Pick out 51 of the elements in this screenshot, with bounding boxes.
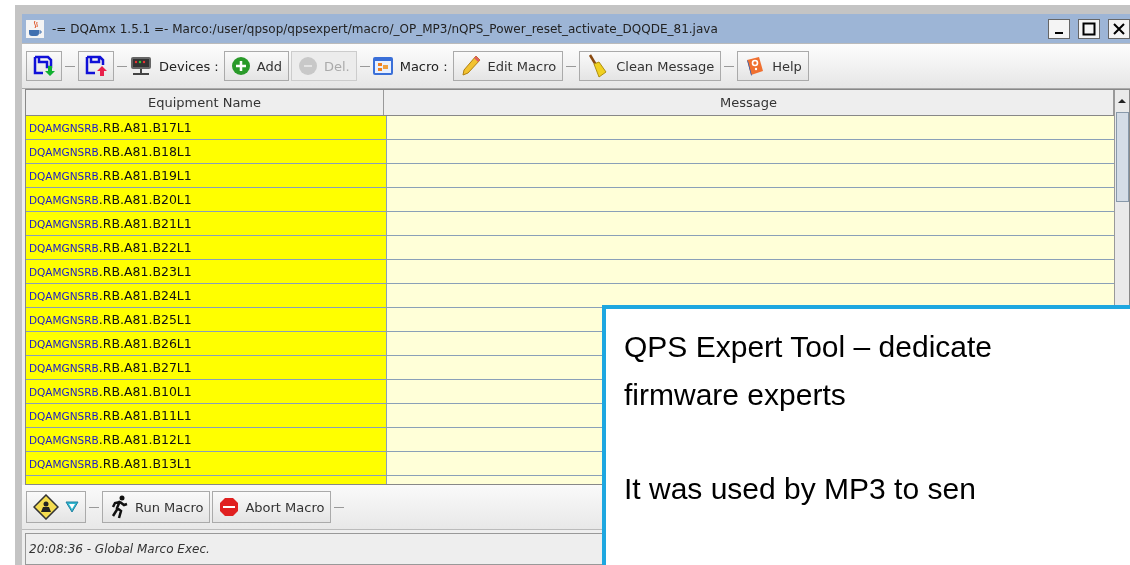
equipment-name-cell: DQAMGNSRB.RB.A81.B10L1 — [26, 380, 387, 403]
callout-text-line: firmware experts — [624, 377, 846, 413]
save-download-icon — [33, 55, 55, 77]
minimize-button[interactable] — [1048, 18, 1070, 39]
minimize-icon — [1055, 31, 1063, 34]
toolbar-button[interactable]: Add — [223, 51, 289, 81]
equipment-name-cell: DQAMGNSRB.RB.A81.B24L1 — [26, 284, 387, 307]
running-figure-icon — [109, 495, 129, 519]
toolbar-button[interactable]: Run Macro — [102, 491, 211, 523]
window-title: -= DQAmx 1.5.1 =- Marco:/user/qpsop/qpsexpert/macro/_OP_MP3/nQPS_Power_reset_activate_DQQDE_81.java — [52, 21, 719, 36]
equipment-name-cell: DQAMGNSRB.RB.A81.B21L1 — [26, 212, 387, 235]
toolbar-label: Devices : — [159, 58, 219, 74]
maximize-icon — [1082, 21, 1096, 36]
callout-text-line: It was used by MP3 to sen — [624, 471, 976, 507]
equipment-name-cell: DQAMGNSRB.RB.A81.B25L1 — [26, 308, 387, 331]
icon-button[interactable] — [26, 51, 62, 81]
column-header[interactable]: Message — [384, 90, 1115, 115]
maximize-button[interactable] — [1078, 18, 1100, 39]
toolbar-button[interactable]: Clean Message — [579, 51, 722, 81]
toolbar-label: Macro : — [399, 58, 448, 74]
minus-circle-icon — [297, 56, 318, 76]
save-upload-icon — [85, 55, 107, 77]
equipment-name-cell: DQAMGNSRB.RB.A81.B12L1 — [26, 428, 387, 451]
equipment-name-cell: DQAMGNSRB.RB.A81.B20L1 — [26, 188, 387, 211]
equipment-name-cell: DQAMGNSRB.RB.A81.B22L1 — [26, 236, 387, 259]
close-icon — [1113, 22, 1125, 35]
close-button[interactable] — [1108, 18, 1130, 39]
column-header[interactable]: Equipment Name — [26, 90, 384, 115]
equipment-name-cell: DQAMGNSRB.RB.A81.B26L1 — [26, 332, 387, 355]
equipment-name-cell: DQAMGNSRB.RB.A81.B18L1 — [26, 140, 387, 163]
toolbar-button[interactable]: Help — [737, 51, 809, 81]
equipment-name-cell: DQAMGNSRB.RB.A81.B13L1 — [26, 452, 387, 475]
pencil-icon — [459, 54, 482, 78]
monitor-icon — [129, 56, 153, 76]
toolbar-button[interactable]: Abort Macro — [212, 491, 332, 523]
equipment-name-cell: DQAMGNSRB.RB.A81.B23L1 — [26, 260, 387, 283]
dropdown-triangle-icon — [65, 501, 79, 513]
callout-text-line: QPS Expert Tool – dedicate — [624, 329, 992, 365]
equipment-name-cell: DQAMGNSRB.RB.A81.B27L1 — [26, 356, 387, 379]
coffee-cup-icon — [26, 19, 44, 38]
stop-sign-icon — [219, 497, 240, 517]
toolbar-button[interactable]: Edit Macro — [452, 51, 564, 81]
equipment-name-cell: DQAMGNSRB.RB.A81.B19L1 — [26, 164, 387, 187]
plus-circle-icon — [230, 56, 251, 76]
scrollbar-thumb[interactable] — [1116, 112, 1129, 202]
equipment-name-cell: DQAMGNSRB.RB.A81.B17L1 — [26, 116, 387, 139]
window-icon — [371, 55, 394, 77]
equipment-name-cell: DQAMGNSRB.RB.A81.B11L1 — [26, 404, 387, 427]
warning-diamond-icon — [33, 494, 59, 520]
icon-button[interactable] — [78, 51, 114, 81]
dropdown-button[interactable] — [26, 491, 86, 523]
